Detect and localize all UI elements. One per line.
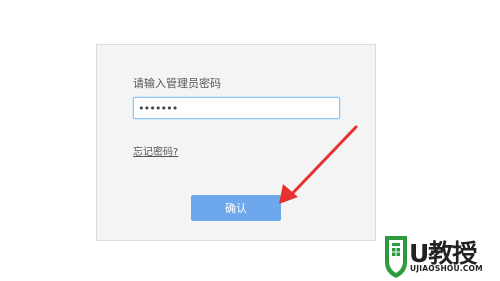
logo-subtext: UJIAOSHOU.COM: [410, 264, 483, 273]
shield-logo-icon: [385, 236, 407, 278]
